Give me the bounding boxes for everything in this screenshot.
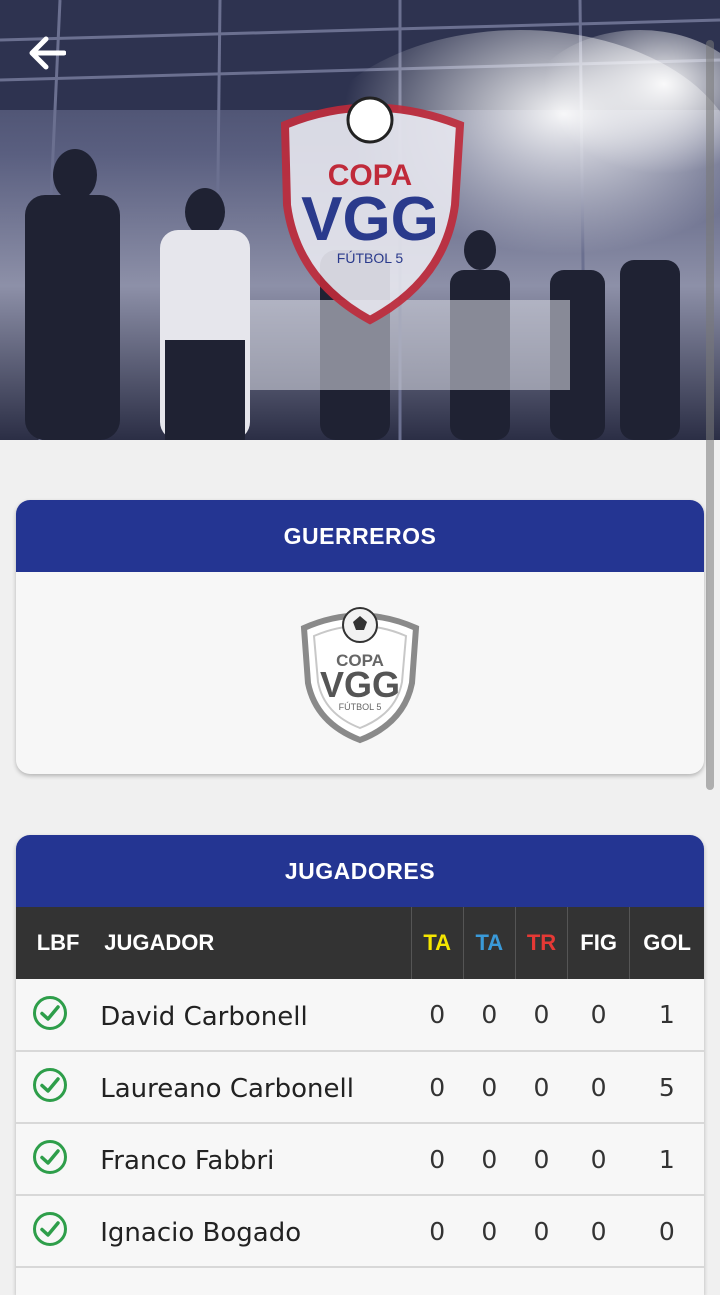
col-tr: TR <box>514 907 568 979</box>
col-fig: FIG <box>567 907 630 979</box>
table-row[interactable]: Franco Fabbri 0 0 0 0 1 <box>16 1123 704 1195</box>
table-row[interactable]: Laureano Carbonell 0 0 0 0 5 <box>16 1051 704 1123</box>
stat-ta-yellow: 0 <box>429 1144 446 1174</box>
stat-gol: 5 <box>658 1072 675 1102</box>
stat-ta-blue: 0 <box>481 1144 498 1174</box>
team-card: GUERREROS COPA VGG FÚTBOL 5 <box>16 500 704 774</box>
svg-text:VGG: VGG <box>301 185 439 254</box>
table-header-row: LBF JUGADOR TA TA TR FIG GOL <box>16 907 704 979</box>
lbf-check-icon <box>16 1195 100 1267</box>
svg-text:FÚTBOL 5: FÚTBOL 5 <box>337 250 404 266</box>
stat-ta-yellow: 0 <box>429 1216 446 1246</box>
scrollbar[interactable] <box>706 40 714 790</box>
stat-ta-blue: 0 <box>481 1216 498 1246</box>
lbf-check-icon <box>16 979 100 1051</box>
stat-fig: 0 <box>590 1000 607 1029</box>
stat-ta-yellow: 0 <box>429 1000 446 1029</box>
team-name: GUERREROS <box>16 500 704 572</box>
col-jugador: JUGADOR <box>104 930 215 955</box>
col-lbf: LBF <box>36 930 80 955</box>
stat-gol: 1 <box>658 1144 675 1174</box>
stat-fig: 0 <box>590 1216 607 1246</box>
stat-tr: 0 <box>533 1144 550 1174</box>
players-card: JUGADORES LBF JUGADOR TA TA TR FIG GOL D… <box>16 835 704 1295</box>
stat-ta-blue: 0 <box>481 1000 498 1029</box>
stat-ta-blue: 0 <box>481 1072 498 1102</box>
stat-tr: 0 <box>533 1000 550 1029</box>
stat-fig: 0 <box>590 1072 607 1102</box>
stat-gol: 1 <box>658 1000 675 1029</box>
svg-text:FÚTBOL 5: FÚTBOL 5 <box>339 702 382 712</box>
lbf-check-icon <box>16 1051 100 1123</box>
stat-gol: 0 <box>658 1216 675 1246</box>
lbf-check-icon <box>16 1123 100 1195</box>
table-row[interactable]: Ignacio Bogado 0 0 0 0 0 <box>16 1195 704 1267</box>
back-button[interactable] <box>28 36 72 80</box>
player-name: David Carbonell <box>100 1001 308 1032</box>
player-name: Laureano Carbonell <box>100 1074 354 1104</box>
hero-photo: COPA VGG FÚTBOL 5 <box>0 0 720 440</box>
svg-text:VGG: VGG <box>320 664 400 705</box>
stat-ta-yellow: 0 <box>429 1072 446 1102</box>
col-ta-yellow: TA <box>410 907 464 979</box>
arrow-left-icon <box>29 36 66 70</box>
team-logo: COPA VGG FÚTBOL 5 <box>300 607 420 744</box>
col-gol: GOL <box>629 907 704 979</box>
stat-fig: 0 <box>590 1144 607 1174</box>
players-title: JUGADORES <box>16 835 704 907</box>
table-row[interactable]: David Carbonell 0 0 0 0 1 <box>16 979 704 1051</box>
stat-tr: 0 <box>533 1216 550 1246</box>
stat-tr: 0 <box>533 1072 550 1102</box>
player-name: Ignacio Bogado <box>100 1218 302 1248</box>
player-name: Franco Fabbri <box>100 1146 275 1176</box>
col-ta-blue: TA <box>462 907 516 979</box>
hero-banner: COPA VGG FÚTBOL 5 <box>0 0 720 440</box>
players-table: LBF JUGADOR TA TA TR FIG GOL David Carbo… <box>16 907 704 1268</box>
